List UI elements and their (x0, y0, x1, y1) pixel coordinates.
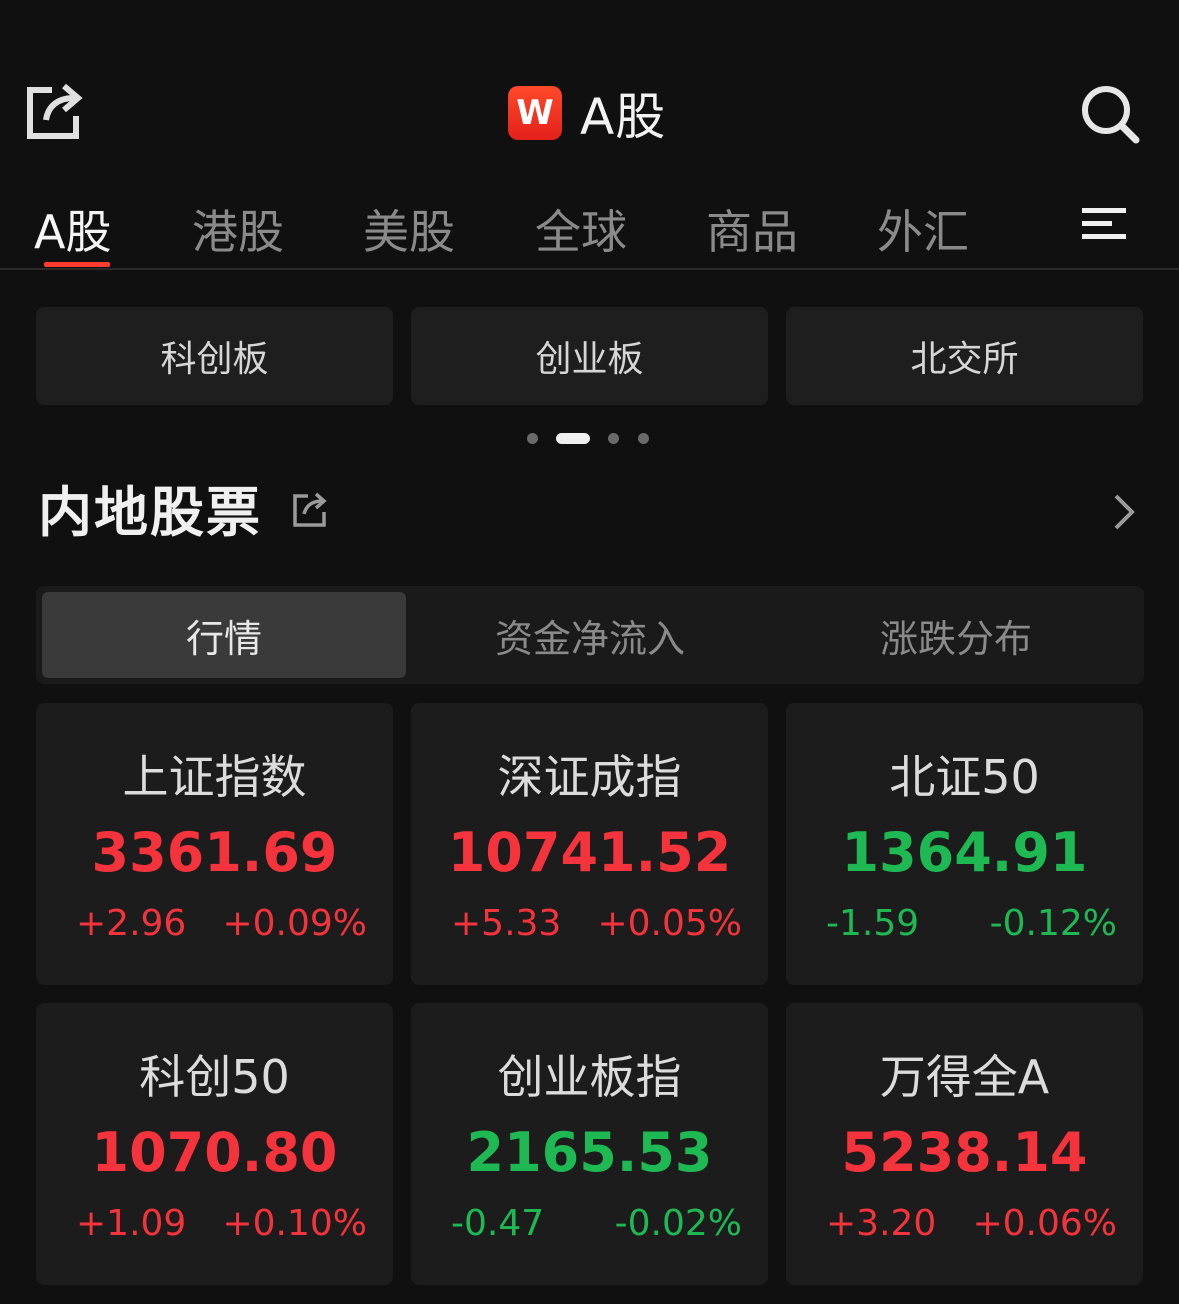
index-change: +3.20 (826, 1203, 937, 1244)
index-change-pct: -0.02% (614, 1203, 742, 1244)
tab-forex[interactable]: 外汇 (877, 196, 969, 262)
index-name: 创业板指 (497, 1050, 682, 1104)
index-value: 1364.91 (841, 821, 1088, 884)
segment-quotes[interactable]: 行情 (42, 592, 406, 678)
index-change-pct: +0.05% (597, 903, 742, 944)
chinext-button[interactable]: 创业板 (411, 307, 768, 405)
section-title: 内地股票 (38, 481, 262, 544)
tab-a-shares[interactable]: A股 (34, 196, 111, 262)
index-change-pct: +0.10% (222, 1203, 367, 1244)
pager-dot[interactable] (608, 433, 619, 444)
index-change: -1.59 (826, 903, 920, 944)
brand: W A股 (508, 82, 666, 146)
view-segment: 行情 资金净流入 涨跌分布 (36, 586, 1144, 684)
index-card[interactable]: 北证50 1364.91 -1.59 -0.12% (786, 703, 1143, 985)
bse-button[interactable]: 北交所 (786, 307, 1143, 405)
index-name: 万得全A (879, 1050, 1050, 1104)
index-value: 2165.53 (466, 1121, 713, 1184)
chevron-right-icon[interactable] (1106, 490, 1140, 534)
segment-distribution[interactable]: 涨跌分布 (774, 592, 1138, 678)
index-card[interactable]: 深证成指 10741.52 +5.33 +0.05% (411, 703, 768, 985)
market-tabs: A股 港股 美股 全球 商品 外汇 (0, 186, 1179, 270)
tab-us-shares[interactable]: 美股 (363, 196, 455, 262)
index-value: 5238.14 (841, 1121, 1088, 1184)
active-tab-indicator (44, 262, 110, 267)
star-market-button[interactable]: 科创板 (36, 307, 393, 405)
tab-commodities[interactable]: 商品 (706, 196, 798, 262)
menu-icon[interactable] (1080, 204, 1128, 244)
market-page: W A股 A股 港股 美股 全球 商品 外汇 科创板 创业板 北交所 内地股票 … (0, 0, 1179, 1304)
index-card[interactable]: 上证指数 3361.69 +2.96 +0.09% (36, 703, 393, 985)
index-change-pct: -0.12% (989, 903, 1117, 944)
index-value: 10741.52 (447, 821, 732, 884)
share-icon[interactable] (22, 80, 88, 146)
index-change: -0.47 (451, 1203, 545, 1244)
pager-dot[interactable] (527, 433, 538, 444)
index-change-pct: +0.09% (222, 903, 367, 944)
tab-global[interactable]: 全球 (535, 196, 627, 262)
search-icon[interactable] (1078, 82, 1142, 146)
index-card[interactable]: 万得全A 5238.14 +3.20 +0.06% (786, 1003, 1143, 1285)
index-name: 北证50 (889, 750, 1040, 804)
page-title: A股 (580, 88, 667, 146)
index-change: +5.33 (451, 903, 562, 944)
index-value: 3361.69 (91, 821, 338, 884)
board-shortcuts: 科创板 创业板 北交所 (36, 307, 1144, 405)
index-card[interactable]: 科创50 1070.80 +1.09 +0.10% (36, 1003, 393, 1285)
index-card[interactable]: 创业板指 2165.53 -0.47 -0.02% (411, 1003, 768, 1285)
pager-dots (0, 432, 1179, 446)
index-change-pct: +0.06% (972, 1203, 1117, 1244)
pager-dot[interactable] (638, 433, 649, 444)
tabs-fade (1040, 186, 1080, 266)
segment-net-inflow[interactable]: 资金净流入 (408, 592, 772, 678)
index-name: 深证成指 (497, 750, 682, 804)
wind-logo-icon: W (508, 86, 562, 140)
tab-hk-shares[interactable]: 港股 (192, 196, 284, 262)
index-value: 1070.80 (91, 1121, 338, 1184)
index-change: +1.09 (76, 1203, 187, 1244)
pager-dot-active[interactable] (556, 433, 590, 444)
index-name: 科创50 (139, 1050, 290, 1104)
index-change: +2.96 (76, 903, 187, 944)
index-name: 上证指数 (122, 750, 307, 804)
top-bar: W A股 (0, 60, 1179, 170)
section-share-icon[interactable] (290, 490, 330, 530)
